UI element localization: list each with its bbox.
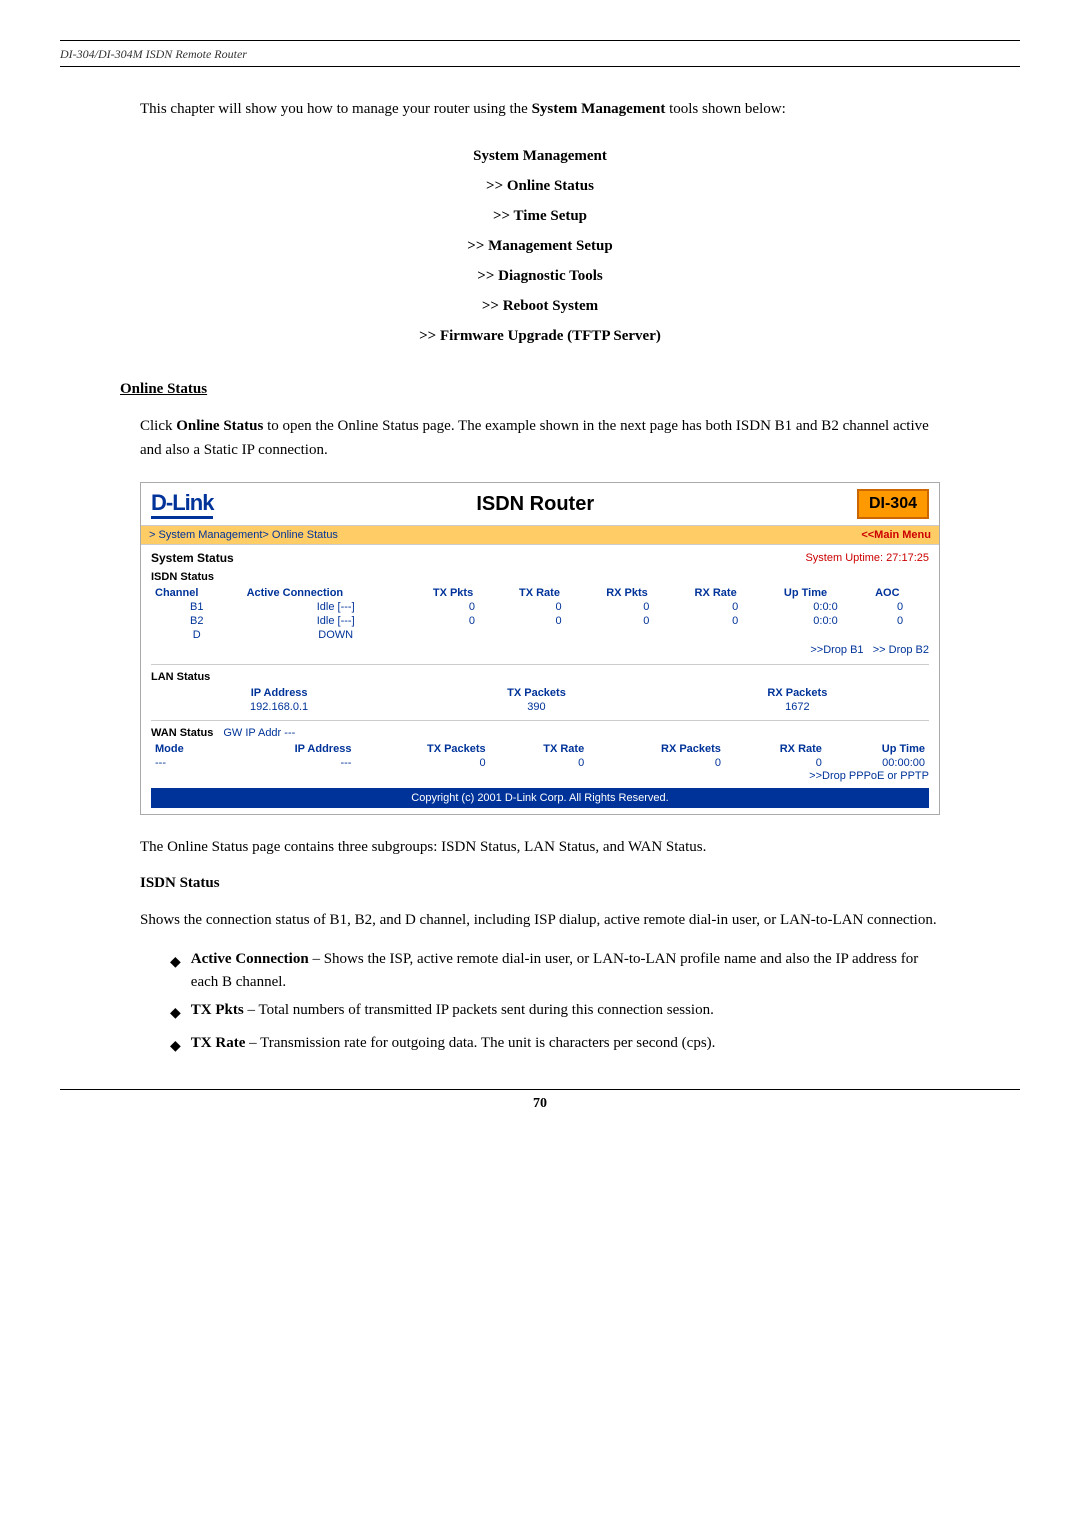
wan-col-ip: IP Address [225, 742, 356, 756]
bullet-item-1: ◆ Active Connection – Shows the ISP, act… [170, 948, 940, 993]
menu-block: System Management >> Online Status >> Ti… [60, 141, 1020, 351]
system-status-label: System Status [151, 551, 234, 565]
wan-gw-label: GW IP Addr --- [223, 727, 295, 739]
isdn-col-uptime: Up Time [780, 586, 871, 600]
online-status-heading: Online Status [120, 381, 960, 398]
menu-item-5: >> Reboot System [60, 291, 1020, 321]
router-ui-box: D-Link ISDN Router DI-304 > System Manag… [140, 482, 940, 815]
lan-table: IP Address TX Packets RX Packets 192.168… [151, 686, 929, 714]
bullet-item-3: ◆ TX Rate – Transmission rate for outgoi… [170, 1032, 940, 1059]
lan-status-label: LAN Status [151, 671, 929, 683]
bullet-item-2: ◆ TX Pkts – Total numbers of transmitted… [170, 999, 940, 1026]
bullet-text-3: TX Rate – Transmission rate for outgoing… [191, 1032, 716, 1055]
menu-title: System Management [60, 141, 1020, 171]
lan-col-ip: IP Address [151, 686, 407, 700]
drop-b1-link[interactable]: >>Drop B1 [810, 644, 863, 656]
wan-col-rxrate: RX Rate [725, 742, 826, 756]
wan-col-mode: Mode [151, 742, 225, 756]
router-content: System Status System Uptime: 27:17:25 IS… [141, 545, 939, 814]
copyright-bar: Copyright (c) 2001 D-Link Corp. All Righ… [151, 788, 929, 808]
wan-col-rxpkts: RX Packets [588, 742, 725, 756]
isdn-status-desc: Shows the connection status of B1, B2, a… [140, 908, 940, 932]
wan-status-section: WAN Status GW IP Addr --- Mode IP Addres… [151, 720, 929, 782]
isdn-col-txpkts: TX Pkts [429, 586, 515, 600]
bullet-diamond-1: ◆ [170, 950, 181, 975]
wan-row: --- --- 0 0 0 0 00:00:00 [151, 756, 929, 770]
router-title: ISDN Router [476, 493, 594, 516]
menu-item-3: >> Management Setup [60, 231, 1020, 261]
wan-col-txpkts: TX Packets [355, 742, 489, 756]
bullet-text-1: Active Connection – Shows the ISP, activ… [191, 948, 940, 993]
isdn-status-label: ISDN Status [151, 571, 929, 583]
body-para1: The Online Status page contains three su… [140, 835, 940, 859]
isdn-status-section: ISDN Status Channel Active Connection TX… [151, 571, 929, 656]
drop-b2-link[interactable]: >> Drop B2 [873, 644, 929, 656]
bullet-diamond-2: ◆ [170, 1001, 181, 1026]
wan-table: Mode IP Address TX Packets TX Rate RX Pa… [151, 742, 929, 770]
nav-path: > System Management> Online Status [149, 529, 338, 541]
main-menu-link[interactable]: <<Main Menu [861, 529, 931, 541]
isdn-row-b1: B1 Idle [---] 0 0 0 0 0:0:0 0 [151, 600, 929, 614]
system-uptime: System Uptime: 27:17:25 [805, 552, 929, 564]
isdn-table: Channel Active Connection TX Pkts TX Rat… [151, 586, 929, 642]
bullet-list: ◆ Active Connection – Shows the ISP, act… [170, 948, 940, 1059]
isdn-row-d: D DOWN [151, 628, 929, 642]
wan-status-label: WAN Status [151, 727, 213, 739]
doc-title: DI-304/DI-304M ISDN Remote Router [60, 47, 1020, 62]
isdn-col-txrate: TX Rate [515, 586, 602, 600]
lan-col-txpkts: TX Packets [407, 686, 665, 700]
online-status-intro: Click Online Status to open the Online S… [140, 414, 940, 462]
drop-links: >>Drop B1 >> Drop B2 [151, 644, 929, 656]
nav-bar: > System Management> Online Status <<Mai… [141, 526, 939, 545]
di304-badge: DI-304 [857, 489, 929, 519]
lan-row: 192.168.0.1 390 1672 [151, 700, 929, 714]
lan-status-section: LAN Status IP Address TX Packets RX Pack… [151, 664, 929, 714]
bullet-diamond-3: ◆ [170, 1034, 181, 1059]
isdn-row-b2: B2 Idle [---] 0 0 0 0 0:0:0 0 [151, 614, 929, 628]
isdn-col-active: Active Connection [243, 586, 429, 600]
dlink-logo: D-Link [151, 490, 213, 519]
lan-col-rxpkts: RX Packets [666, 686, 929, 700]
footer-page-number: 70 [60, 1096, 1020, 1112]
isdn-col-rxrate: RX Rate [691, 586, 780, 600]
menu-item-6: >> Firmware Upgrade (TFTP Server) [60, 321, 1020, 351]
bullet-text-2: TX Pkts – Total numbers of transmitted I… [191, 999, 714, 1022]
intro-paragraph: This chapter will show you how to manage… [140, 97, 940, 121]
wan-col-txrate: TX Rate [490, 742, 589, 756]
wan-col-uptime: Up Time [826, 742, 929, 756]
isdn-col-aoc: AOC [871, 586, 929, 600]
isdn-col-channel: Channel [151, 586, 243, 600]
isdn-col-rxpkts: RX Pkts [602, 586, 690, 600]
system-status-bar: System Status System Uptime: 27:17:25 [151, 551, 929, 565]
drop-pptp-link: >>Drop PPPoE or PPTP [151, 770, 929, 782]
menu-item-1: >> Online Status [60, 171, 1020, 201]
router-header: D-Link ISDN Router DI-304 [141, 483, 939, 526]
isdn-status-section-heading: ISDN Status [140, 875, 940, 892]
menu-item-2: >> Time Setup [60, 201, 1020, 231]
menu-item-4: >> Diagnostic Tools [60, 261, 1020, 291]
